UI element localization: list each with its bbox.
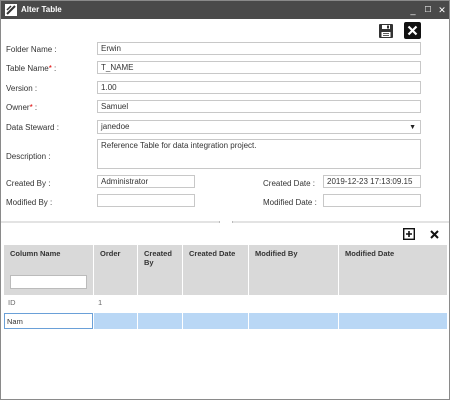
maximize-button[interactable]: ☐ bbox=[422, 3, 434, 17]
panel-splitter[interactable] bbox=[1, 221, 449, 223]
app-logo-icon bbox=[5, 4, 17, 16]
modified-date-label: Modified Date : bbox=[263, 198, 317, 207]
save-icon[interactable] bbox=[378, 23, 394, 39]
description-field[interactable]: Reference Table for data integration pro… bbox=[97, 139, 421, 169]
alter-table-window: Alter Table _ ☐ ✕ Folder Name : Erwin Ta… bbox=[0, 0, 450, 400]
window-title: Alter Table bbox=[21, 5, 62, 14]
created-by-field: Administrator bbox=[97, 175, 195, 188]
grid-header: Column Name Order Created By Created Dat… bbox=[4, 245, 448, 295]
column-header-created-by[interactable]: Created By bbox=[138, 245, 183, 295]
cell-modified-date[interactable] bbox=[339, 295, 448, 311]
cell-modified-by[interactable] bbox=[249, 313, 339, 329]
minimize-button[interactable]: _ bbox=[407, 3, 419, 17]
splitter-grip[interactable] bbox=[219, 221, 233, 223]
data-steward-label: Data Steward : bbox=[6, 123, 59, 132]
cell-column-name[interactable]: ID bbox=[4, 295, 94, 311]
created-by-label: Created By : bbox=[6, 179, 51, 188]
title-bar: Alter Table _ ☐ ✕ bbox=[1, 1, 449, 19]
table-row[interactable]: ID 1 bbox=[4, 295, 448, 311]
delete-icon[interactable] bbox=[430, 230, 439, 239]
column-header-modified-by[interactable]: Modified By bbox=[249, 245, 339, 295]
cell-modified-date[interactable] bbox=[339, 313, 448, 329]
data-steward-value: janedoe bbox=[101, 122, 130, 131]
close-window-button[interactable]: ✕ bbox=[436, 3, 448, 17]
table-row-editing[interactable]: Nam bbox=[4, 313, 448, 329]
modified-by-label: Modified By : bbox=[6, 198, 53, 207]
owner-field[interactable]: Samuel bbox=[97, 100, 421, 113]
owner-label: Owner* : bbox=[6, 103, 38, 112]
cell-created-date[interactable] bbox=[183, 295, 249, 311]
column-header-created-date[interactable]: Created Date bbox=[183, 245, 249, 295]
column-name-filter-input[interactable] bbox=[10, 275, 87, 289]
table-name-label: Table Name* : bbox=[6, 64, 57, 73]
data-steward-select[interactable]: janedoe ▼ bbox=[97, 120, 421, 134]
created-date-label: Created Date : bbox=[263, 179, 316, 188]
cell-order[interactable] bbox=[94, 313, 138, 329]
description-label: Description : bbox=[6, 152, 51, 161]
close-icon[interactable] bbox=[404, 22, 421, 39]
modified-date-field bbox=[323, 194, 421, 207]
column-name-edit-input[interactable]: Nam bbox=[4, 313, 93, 329]
modified-by-field bbox=[97, 194, 195, 207]
table-name-field[interactable]: T_NAME bbox=[97, 61, 421, 74]
add-icon[interactable] bbox=[403, 228, 415, 240]
folder-name-field[interactable]: Erwin bbox=[97, 42, 421, 55]
version-label: Version : bbox=[6, 84, 38, 93]
cell-order[interactable]: 1 bbox=[94, 295, 138, 311]
version-field[interactable]: 1.00 bbox=[97, 81, 421, 94]
dropdown-arrow-icon: ▼ bbox=[409, 124, 416, 131]
created-date-field: 2019-12-23 17:13:09.15 bbox=[323, 175, 421, 188]
cell-created-by[interactable] bbox=[138, 313, 183, 329]
cell-modified-by[interactable] bbox=[249, 295, 339, 311]
column-header-order[interactable]: Order bbox=[94, 245, 138, 295]
folder-name-label: Folder Name : bbox=[6, 45, 57, 54]
column-header-modified-date[interactable]: Modified Date bbox=[339, 245, 448, 295]
cell-created-by[interactable] bbox=[138, 295, 183, 311]
cell-created-date[interactable] bbox=[183, 313, 249, 329]
